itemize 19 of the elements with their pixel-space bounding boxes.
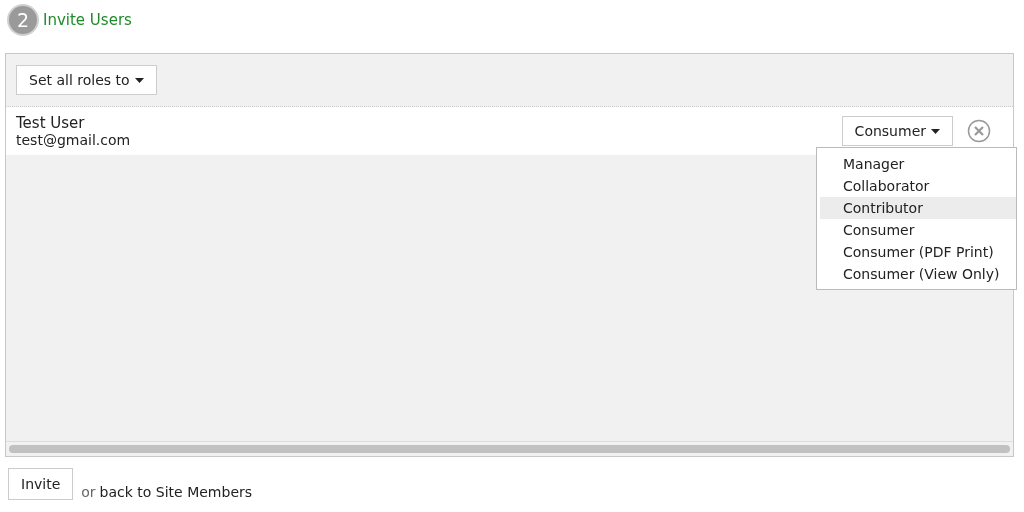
- or-text: or: [81, 484, 96, 500]
- menu-item[interactable]: Manager: [820, 153, 1016, 175]
- invite-button[interactable]: Invite: [8, 468, 74, 500]
- user-email: test@gmail.com: [16, 132, 132, 148]
- step-number: 2: [9, 6, 37, 34]
- menu-item[interactable]: Consumer (View Only): [820, 263, 1016, 285]
- step-title: Invite Users: [43, 11, 132, 29]
- menu-item[interactable]: Consumer (PDF Print): [820, 241, 1016, 263]
- user-name: Test User: [16, 114, 86, 132]
- remove-icon[interactable]: [967, 119, 991, 143]
- menu-item[interactable]: Collaborator: [820, 175, 1016, 197]
- caret-icon: [931, 128, 940, 134]
- scrollbar-thumb[interactable]: [9, 445, 1010, 453]
- menu-item[interactable]: Contributor: [820, 197, 1016, 219]
- menu-item[interactable]: Consumer: [820, 219, 1016, 241]
- set-all-roles-button[interactable]: Set all roles to: [16, 65, 157, 95]
- caret-icon: [134, 77, 144, 83]
- role-dropdown[interactable]: Consumer: [841, 116, 953, 146]
- back-link[interactable]: back to Site Members: [99, 484, 253, 500]
